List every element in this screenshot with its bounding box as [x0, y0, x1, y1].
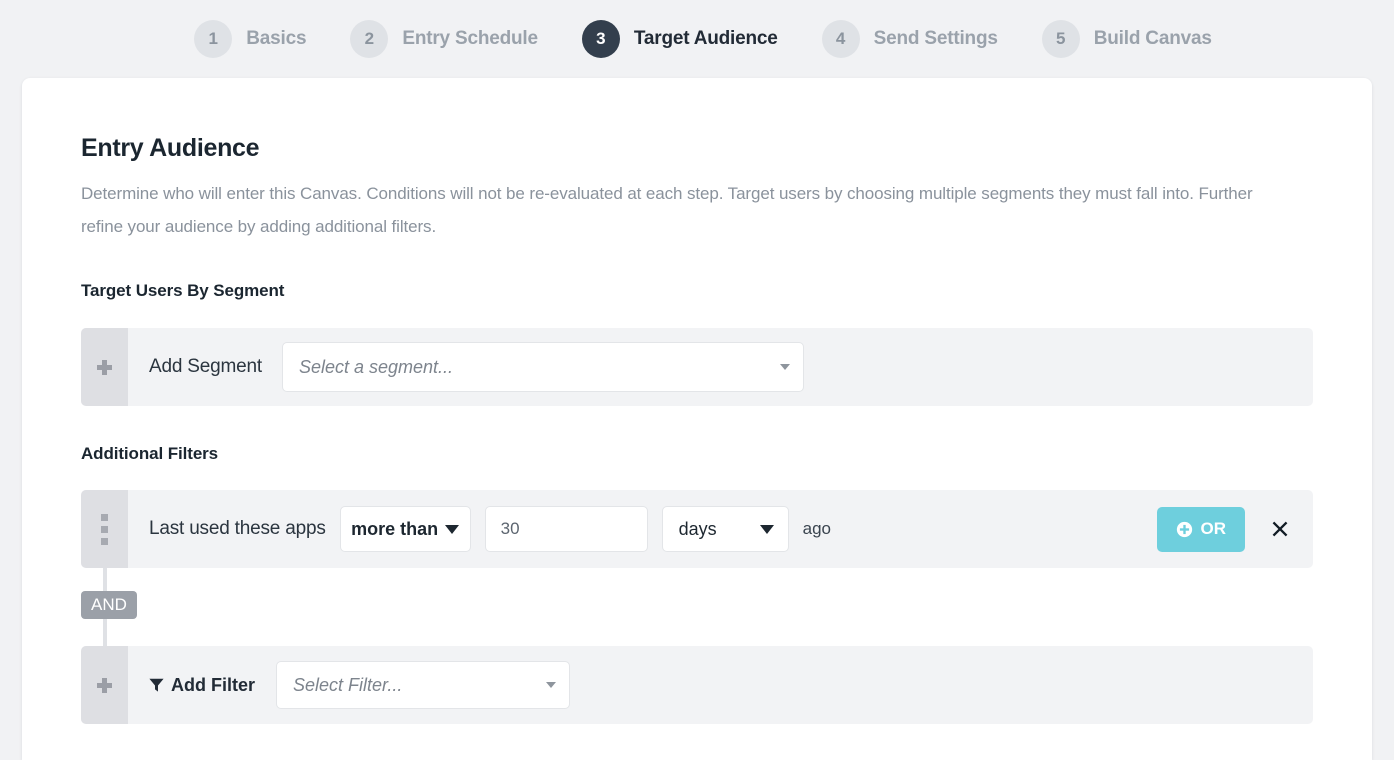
add-segment-label: Add Segment [149, 356, 262, 377]
step-build-canvas[interactable]: 5 Build Canvas [1041, 20, 1212, 58]
filter-row: Last used these apps more than days ago [81, 490, 1313, 568]
entry-audience-card: Entry Audience Determine who will enter … [22, 78, 1372, 760]
step-label-send-settings: Send Settings [873, 28, 998, 49]
add-segment-handle-button[interactable] [81, 328, 128, 406]
step-number-2: 2 [350, 20, 389, 58]
add-filter-label: Add Filter [171, 674, 255, 695]
add-filter-handle-button[interactable] [81, 646, 128, 724]
and-connector-area: AND [81, 568, 1313, 646]
segment-select[interactable]: Select a segment... [281, 342, 804, 392]
remove-filter-button[interactable] [1269, 518, 1291, 540]
plus-icon [97, 677, 112, 693]
chevron-down-icon [779, 364, 790, 370]
section-title-segment: Target Users By Segment [81, 281, 285, 300]
plus-icon [97, 359, 112, 375]
page-description: Determine who will enter this Canvas. Co… [81, 184, 1253, 236]
step-label-build-canvas: Build Canvas [1093, 28, 1212, 49]
step-number-1: 1 [194, 20, 233, 58]
segment-select-placeholder: Select a segment... [298, 356, 454, 377]
filter-label: Last used these apps [149, 518, 326, 539]
plus-circle-icon [1176, 521, 1192, 537]
add-or-condition-label: OR [1200, 519, 1227, 538]
add-filter-row: Add Filter Select Filter... [81, 646, 1313, 724]
step-send-settings[interactable]: 4 Send Settings [821, 20, 998, 58]
filter-group: Last used these apps more than days ago [81, 490, 1313, 724]
step-number-3: 3 [581, 20, 620, 58]
wizard-stepper: 1 Basics 2 Entry Schedule 3 Target Audie… [0, 0, 1394, 78]
step-label-entry-schedule: Entry Schedule [402, 28, 538, 49]
filter-drag-handle[interactable] [81, 490, 128, 568]
add-filter-row-body: Add Filter Select Filter... [128, 646, 1313, 724]
chevron-down-icon [546, 682, 556, 688]
filter-value-input[interactable] [484, 506, 648, 552]
step-basics[interactable]: 1 Basics [194, 20, 307, 58]
chevron-down-icon [445, 524, 460, 534]
filter-operator-value: more than [351, 518, 439, 539]
add-segment-row: Add Segment Select a segment... [81, 328, 1313, 406]
step-label-basics: Basics [246, 28, 307, 49]
close-icon [1272, 521, 1288, 537]
step-entry-schedule[interactable]: 2 Entry Schedule [350, 20, 538, 58]
filter-type-select[interactable]: Select Filter... [276, 661, 570, 709]
add-filter-label-group[interactable]: Add Filter [149, 675, 255, 696]
step-number-5: 5 [1041, 20, 1080, 58]
step-number-4: 4 [821, 20, 860, 58]
add-segment-row-body: Add Segment Select a segment... [128, 328, 1313, 406]
drag-handle-icon [101, 513, 108, 545]
step-target-audience[interactable]: 3 Target Audience [581, 20, 778, 58]
filter-funnel-icon [149, 678, 164, 692]
filter-unit-value: days [678, 518, 717, 539]
filter-operator-select[interactable]: more than [339, 506, 471, 552]
chevron-down-icon [759, 524, 774, 534]
add-or-condition-button[interactable]: OR [1156, 506, 1245, 552]
page-title: Entry Audience [81, 134, 260, 162]
filter-suffix-label: ago [802, 519, 832, 538]
filter-type-placeholder: Select Filter... [293, 674, 403, 695]
filter-unit-select[interactable]: days [661, 506, 789, 552]
step-label-target-audience: Target Audience [633, 28, 778, 49]
section-title-filters: Additional Filters [81, 444, 219, 463]
and-operator-badge: AND [81, 591, 137, 619]
filter-row-body: Last used these apps more than days ago [128, 490, 1313, 568]
